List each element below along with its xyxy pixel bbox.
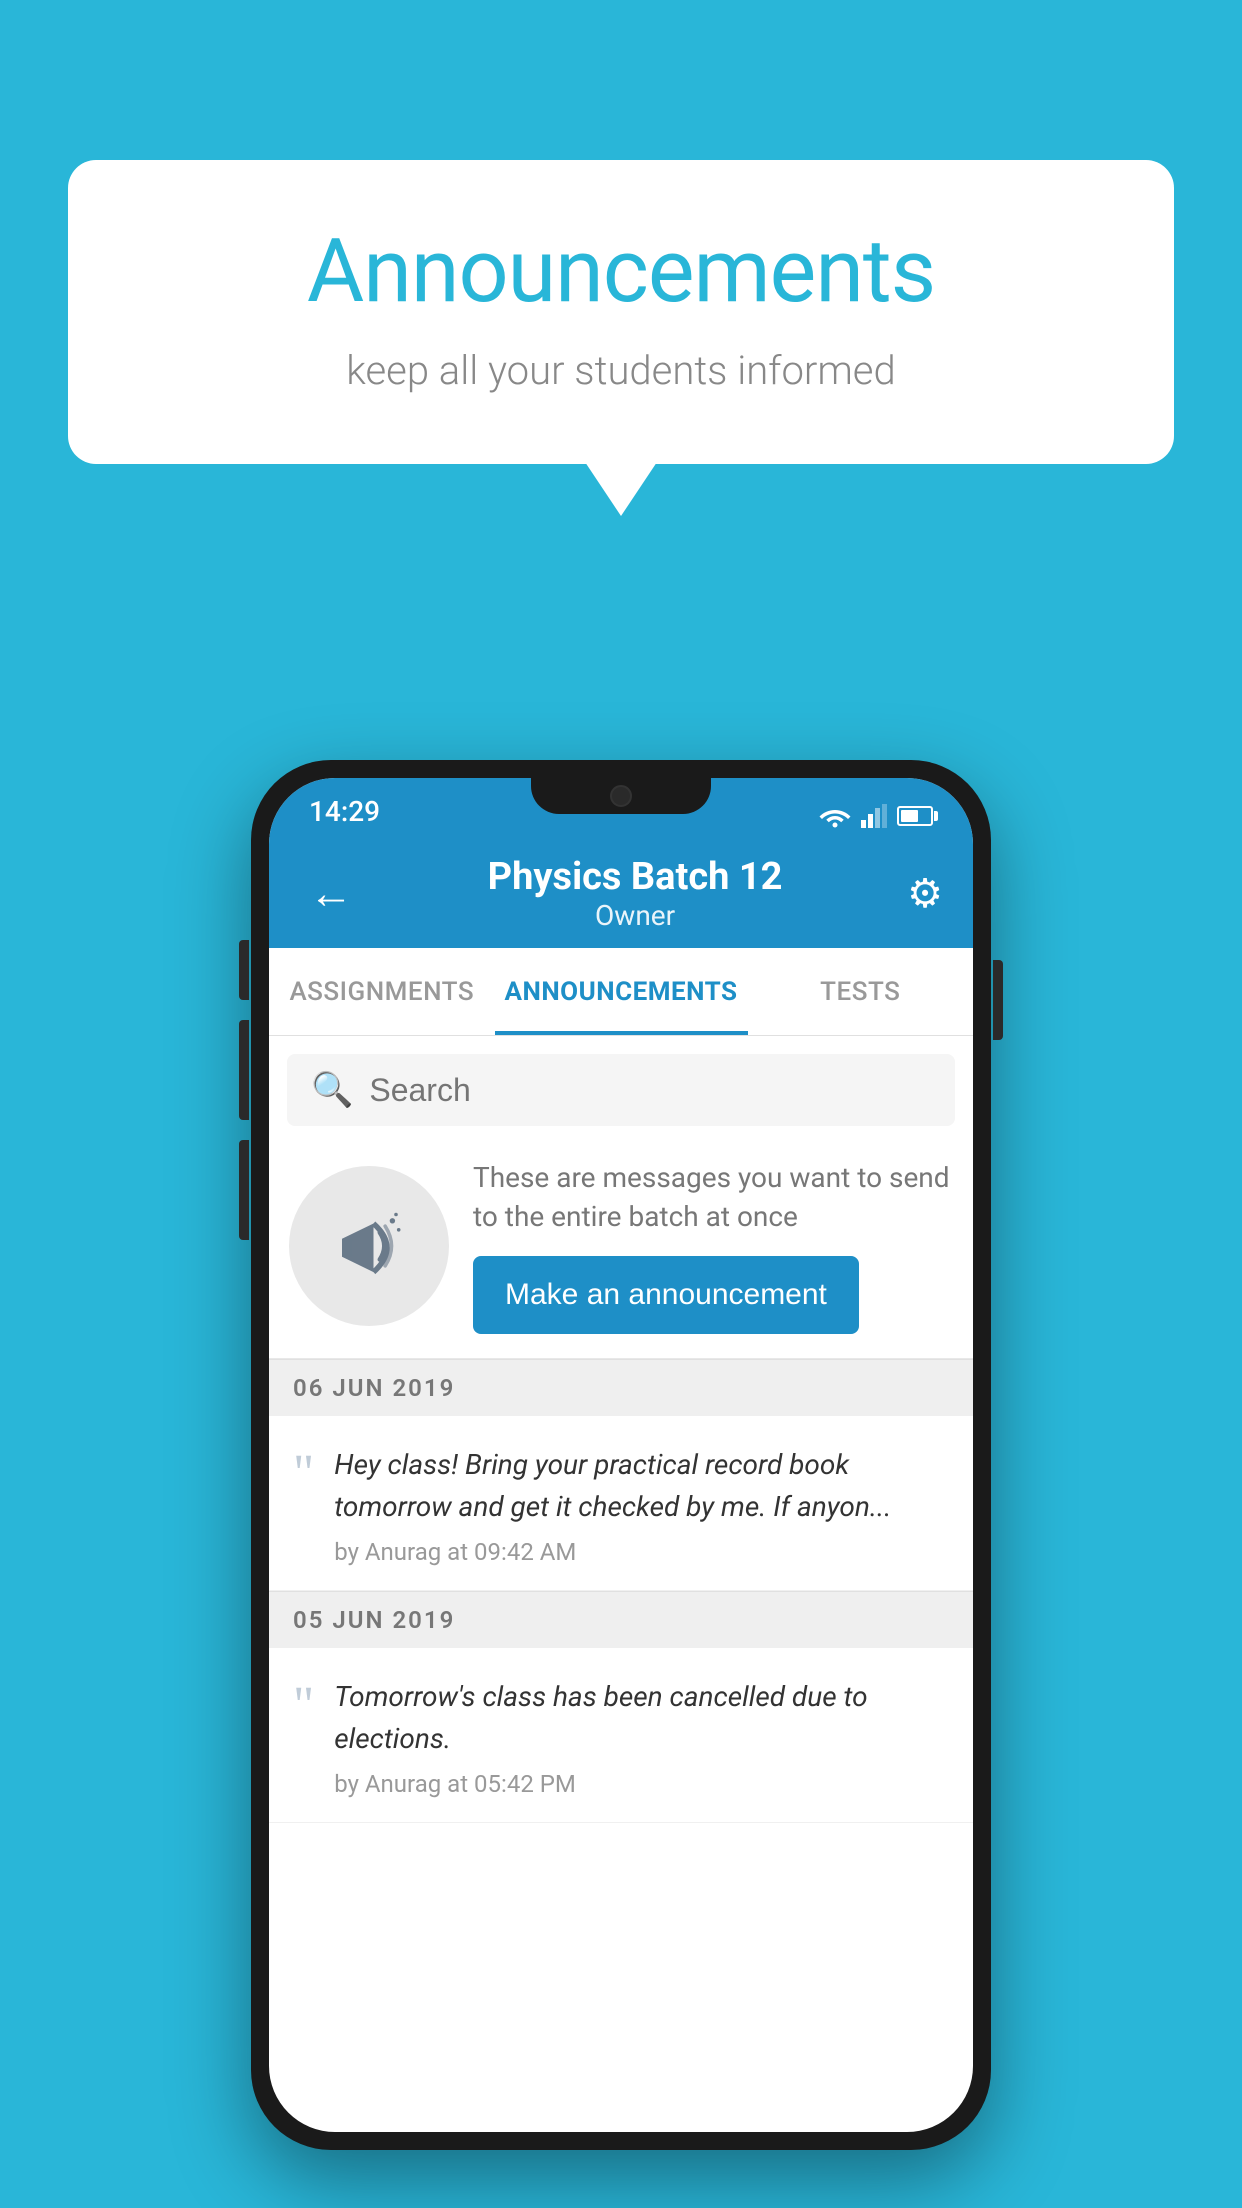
announcement-text-2: Tomorrow's class has been cancelled due … <box>334 1676 949 1760</box>
announcement-author-1: by Anurag at 09:42 AM <box>334 1538 949 1566</box>
phone-screen: 14:29 <box>269 778 973 2132</box>
cta-text-block: These are messages you want to send to t… <box>473 1158 953 1334</box>
app-header: ← Physics Batch 12 Owner ⚙ <box>269 838 973 948</box>
battery-icon <box>897 806 933 826</box>
header-title: Physics Batch 12 <box>363 855 907 899</box>
speech-bubble: Announcements keep all your students inf… <box>68 160 1174 464</box>
megaphone-icon <box>324 1201 414 1291</box>
signal-icon <box>861 804 887 828</box>
search-icon: 🔍 <box>311 1070 353 1110</box>
announcement-cta-section: These are messages you want to send to t… <box>269 1138 973 1359</box>
date-separator-2: 05 JUN 2019 <box>269 1591 973 1648</box>
phone-notch <box>531 778 711 814</box>
header-title-block: Physics Batch 12 Owner <box>363 855 907 932</box>
battery-fill <box>901 810 918 822</box>
header-subtitle: Owner <box>363 899 907 932</box>
back-button[interactable]: ← <box>299 857 363 929</box>
announcement-content-1: Hey class! Bring your practical record b… <box>334 1444 949 1566</box>
bubble-subtitle: keep all your students informed <box>148 347 1094 394</box>
side-button-vol-up <box>239 1020 249 1120</box>
tab-bar: ASSIGNMENTS ANNOUNCEMENTS TESTS <box>269 948 973 1036</box>
wifi-icon <box>819 804 851 828</box>
make-announcement-button[interactable]: Make an announcement <box>473 1256 859 1334</box>
status-time: 14:29 <box>309 795 380 828</box>
search-input[interactable] <box>369 1072 931 1109</box>
phone-camera <box>610 785 632 807</box>
announcement-item-1[interactable]: " Hey class! Bring your practical record… <box>269 1416 973 1591</box>
phone-frame: 14:29 <box>251 760 991 2150</box>
speech-bubble-container: Announcements keep all your students inf… <box>68 160 1174 464</box>
cta-icon-circle <box>289 1166 449 1326</box>
cta-description: These are messages you want to send to t… <box>473 1158 953 1236</box>
bubble-title: Announcements <box>148 220 1094 323</box>
side-button-vol-down <box>239 1140 249 1240</box>
status-icons <box>819 804 933 828</box>
phone-wrapper: 14:29 <box>251 760 991 2150</box>
side-button-right <box>993 960 1003 1040</box>
quote-icon-2: " <box>293 1680 314 1732</box>
tab-announcements[interactable]: ANNOUNCEMENTS <box>495 948 748 1035</box>
quote-icon-1: " <box>293 1448 314 1500</box>
date-separator-1: 06 JUN 2019 <box>269 1359 973 1416</box>
search-bar[interactable]: 🔍 <box>287 1054 955 1126</box>
announcement-item-2[interactable]: " Tomorrow's class has been cancelled du… <box>269 1648 973 1823</box>
tab-tests[interactable]: TESTS <box>748 948 974 1035</box>
tab-assignments[interactable]: ASSIGNMENTS <box>269 948 495 1035</box>
side-button-power <box>239 940 249 1000</box>
announcement-text-1: Hey class! Bring your practical record b… <box>334 1444 949 1528</box>
settings-icon[interactable]: ⚙ <box>907 870 943 917</box>
announcement-content-2: Tomorrow's class has been cancelled due … <box>334 1676 949 1798</box>
announcement-author-2: by Anurag at 05:42 PM <box>334 1770 949 1798</box>
